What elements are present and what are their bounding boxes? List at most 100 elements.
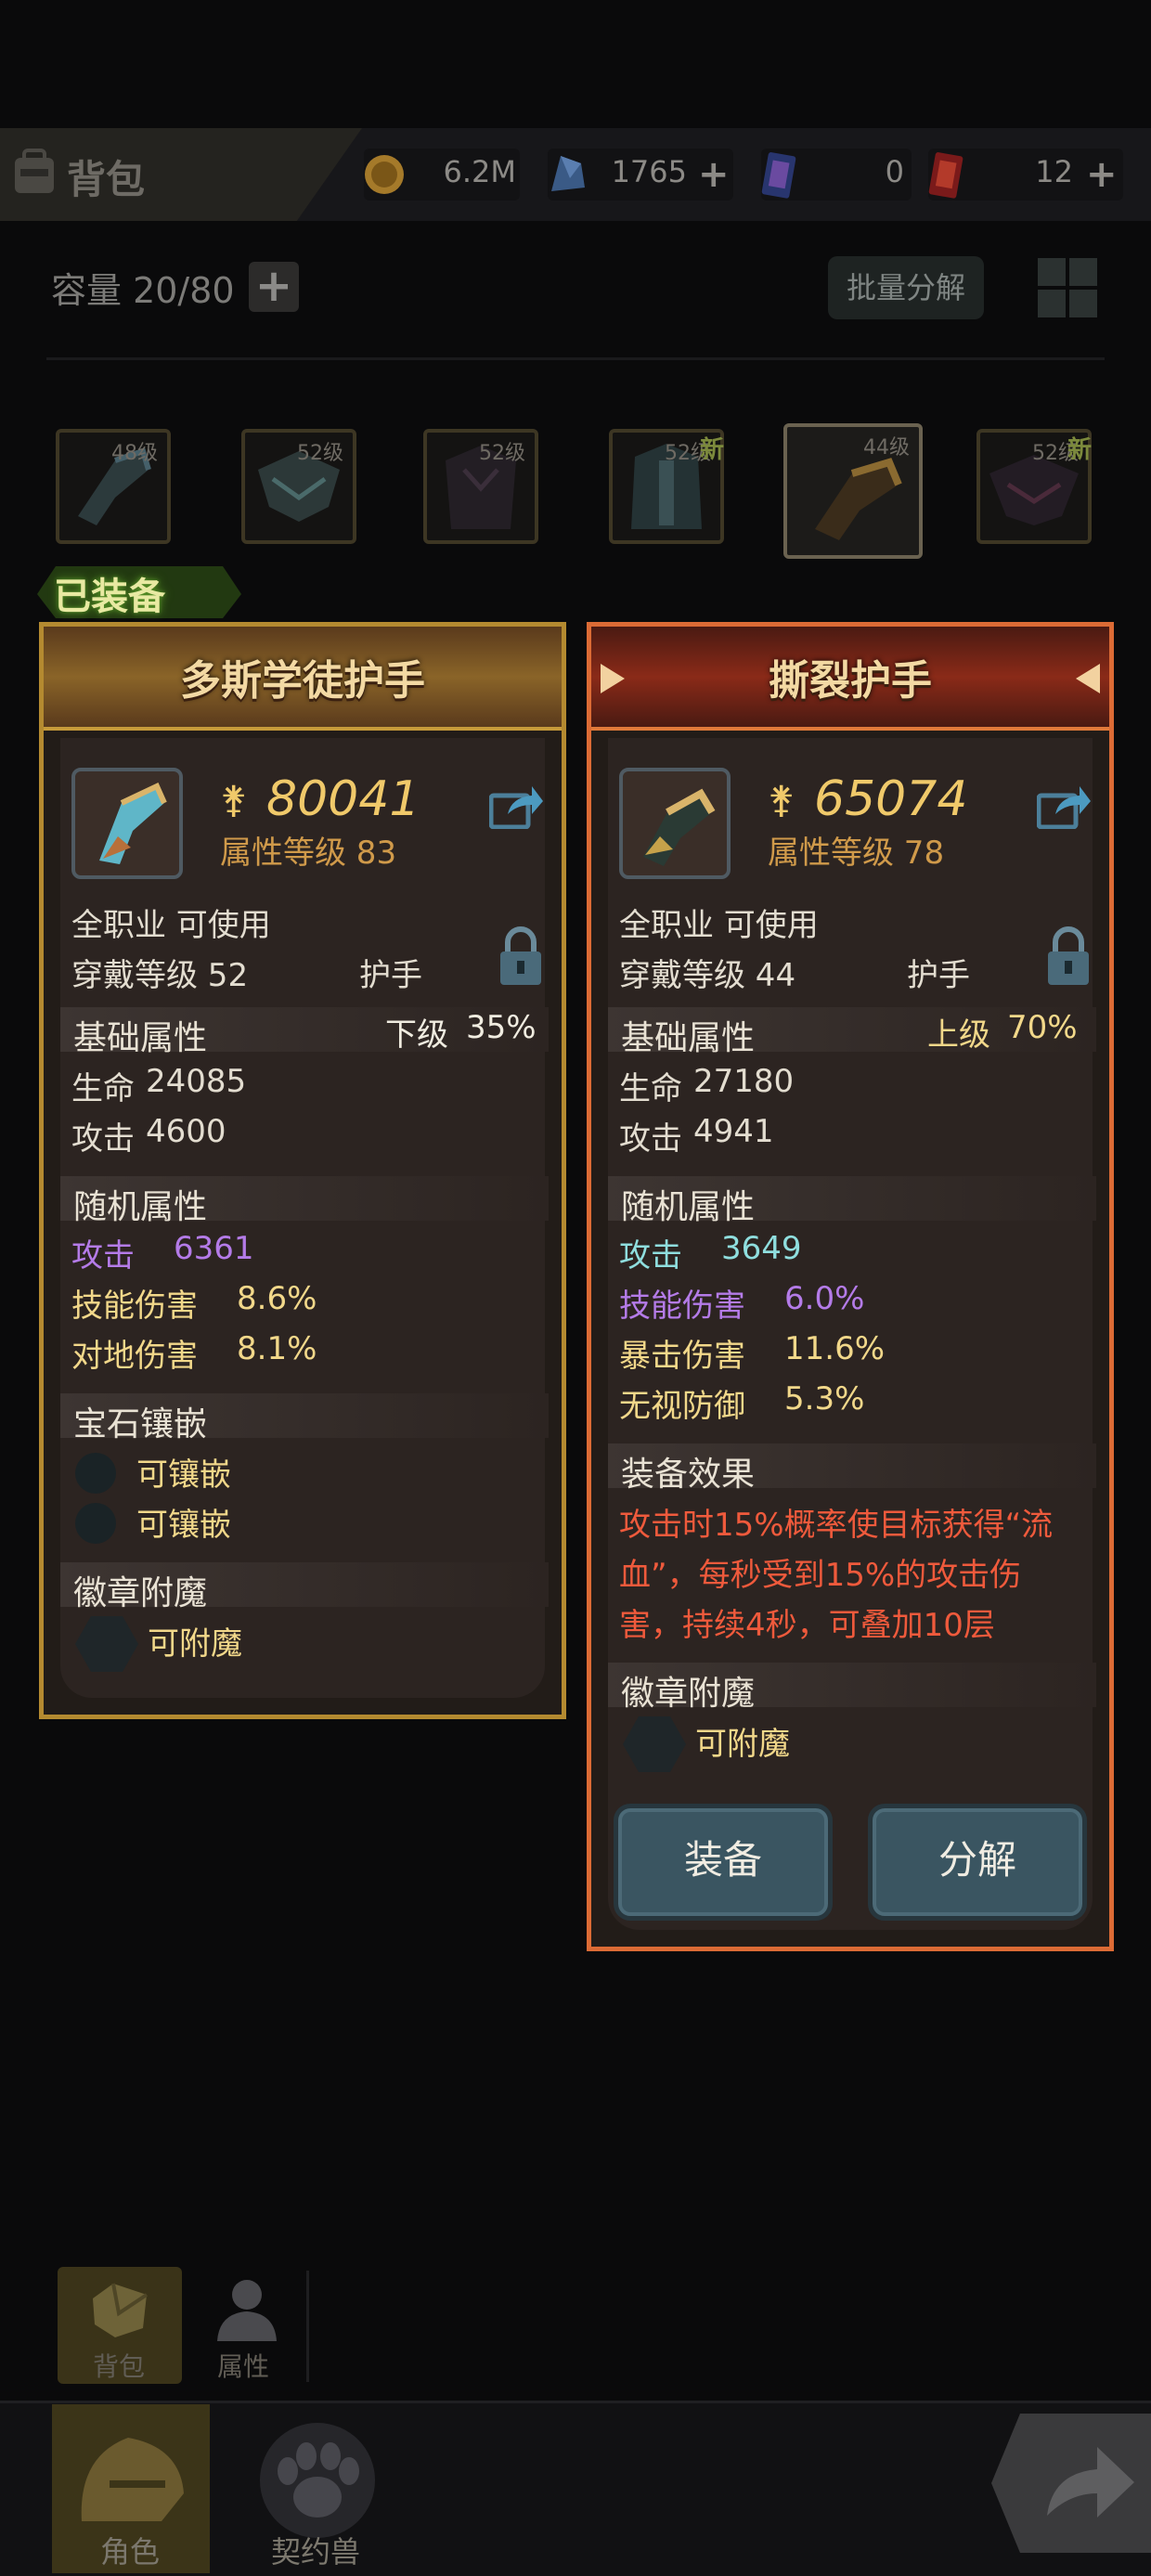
nav-tab-character[interactable]: 角色 [52, 2404, 210, 2573]
inventory-slot[interactable]: 52级 新 [976, 429, 1092, 544]
red-ticket-add-button[interactable]: + [1086, 156, 1118, 193]
lock-icon[interactable] [498, 926, 543, 987]
grid-view-button[interactable] [1036, 256, 1099, 319]
card-header: 多斯学徒护手 [44, 627, 562, 731]
red-ticket-value: 12 [1035, 154, 1073, 189]
stat-name: 生命 [71, 1070, 135, 1107]
stat-name: 攻击 [71, 1120, 135, 1158]
decompose-button[interactable]: 分解 [868, 1804, 1087, 1921]
paw-icon [260, 2423, 375, 2538]
random-stat-name: 对地伤害 [71, 1338, 198, 1375]
power-value: 65074 [814, 771, 968, 827]
random-stat-name: 攻击 [71, 1237, 135, 1275]
gauntlet-item-icon [99, 782, 167, 864]
inventory-slot[interactable]: 52级 [241, 429, 356, 544]
equipped-label: 已装备 [54, 576, 165, 618]
empty-socket-icon[interactable] [75, 1503, 116, 1544]
subtab-attributes[interactable]: 属性 [195, 2267, 299, 2384]
empty-socket-icon[interactable] [75, 1453, 116, 1494]
effect-text-line: 害，持续4秒，可叠加10层 [619, 1607, 995, 1644]
blue-ticket-value: 0 [885, 154, 904, 189]
effect-text-line: 攻击时15%概率使目标获得“流 [619, 1507, 1054, 1544]
random-stat-value: 5.3% [784, 1380, 865, 1417]
grid-icon [1038, 258, 1066, 286]
forward-arrow-icon [1047, 2447, 1134, 2518]
badge-slot-label: 可附魔 [695, 1726, 790, 1763]
item-name: 撕裂护手 [769, 657, 932, 705]
inventory-slot[interactable]: 52级 新 [609, 429, 724, 544]
random-stat-name: 暴击伤害 [619, 1338, 745, 1375]
gem-slot-label: 可镶嵌 [136, 1507, 231, 1544]
card-header: 撕裂护手 [591, 627, 1109, 731]
class-requirement: 全职业 可使用 [71, 907, 271, 944]
inventory-slot[interactable]: 48级 [56, 429, 171, 544]
attribute-level: 属性等级 78 [768, 835, 945, 872]
crystal-icon [551, 156, 585, 191]
equipped-item-card: 多斯学徒护手 ⚵ 80041 属性等级 83 全职业 可使用 穿戴等级 52 护… [39, 622, 566, 1719]
selected-item-card: 撕裂护手 ⚵ 65074 属性等级 78 全职业 可使用 穿戴等级 44 护手 … [587, 622, 1114, 1951]
subtab-backpack[interactable]: 背包 [58, 2267, 182, 2384]
grade-percent: 70% [1007, 1009, 1078, 1046]
random-stat-value: 8.6% [237, 1280, 317, 1317]
divider [46, 357, 1105, 360]
tab-title: 背包 [67, 157, 146, 202]
random-stat-value: 11.6% [784, 1330, 886, 1367]
wear-level: 穿戴等级 44 [619, 957, 796, 994]
backpack-icon [93, 2283, 149, 2337]
stat-name: 生命 [619, 1070, 682, 1107]
gem-socket-header: 宝石镶嵌 [60, 1393, 549, 1443]
inventory-slot[interactable]: 52级 [423, 429, 538, 544]
gold-coin-icon [365, 155, 404, 194]
grade-label: 上级 [927, 1016, 990, 1054]
next-page-button[interactable] [991, 2414, 1151, 2553]
blue-ticket-icon [761, 152, 796, 199]
share-icon[interactable] [1037, 783, 1091, 829]
random-attributes-header: 随机属性 [608, 1176, 1096, 1226]
divider [306, 2271, 309, 2382]
gauntlet-item-icon [643, 788, 716, 866]
grade-label: 下级 [385, 1016, 448, 1054]
badge-enchant-header: 徽章附魔 [608, 1663, 1096, 1713]
crystal-value: 1765 [611, 154, 687, 189]
random-stat-value: 8.1% [237, 1330, 317, 1367]
backpack-icon [15, 149, 54, 193]
red-ticket-icon [928, 152, 963, 199]
wear-level: 穿戴等级 52 [71, 957, 249, 994]
inventory-capacity: 容量 20/80 [51, 270, 235, 311]
item-icon-frame [71, 768, 183, 879]
stat-value: 24085 [146, 1063, 247, 1100]
stat-value: 4600 [146, 1113, 226, 1150]
class-requirement: 全职业 可使用 [619, 907, 819, 944]
equip-effect-header: 装备效果 [608, 1443, 1096, 1494]
power-icon: ⚵ [768, 779, 795, 822]
expand-capacity-button[interactable]: + [249, 262, 299, 312]
stat-value: 27180 [693, 1063, 795, 1100]
item-name: 多斯学徒护手 [180, 657, 425, 705]
effect-text-line: 血”，每秒受到15%的攻击伤 [619, 1557, 1022, 1594]
crystal-add-button[interactable]: + [698, 156, 730, 193]
power-icon: ⚵ [220, 779, 248, 822]
badge-slot-label: 可附魔 [148, 1625, 242, 1663]
lock-icon[interactable] [1046, 926, 1091, 987]
random-stat-name: 攻击 [619, 1237, 682, 1275]
batch-decompose-button[interactable]: 批量分解 [828, 256, 984, 319]
slot-type: 护手 [907, 957, 970, 994]
random-stat-name: 无视防御 [619, 1388, 745, 1425]
random-stat-value: 3649 [721, 1230, 802, 1267]
random-stat-value: 6361 [174, 1230, 254, 1267]
share-icon[interactable] [489, 783, 543, 829]
attribute-level: 属性等级 83 [220, 835, 397, 872]
random-stat-name: 技能伤害 [619, 1288, 745, 1325]
grade-percent: 35% [466, 1009, 537, 1046]
badge-enchant-header: 徽章附魔 [60, 1562, 549, 1612]
gold-value: 6.2M [443, 154, 517, 189]
random-stat-name: 技能伤害 [71, 1288, 198, 1325]
stat-name: 攻击 [619, 1120, 682, 1158]
equip-button[interactable]: 装备 [614, 1804, 833, 1921]
helmet-icon [81, 2438, 184, 2521]
stat-value: 4941 [693, 1113, 774, 1150]
power-value: 80041 [266, 771, 420, 827]
inventory-slot-selected[interactable]: 44级 [783, 423, 923, 559]
gem-slot-label: 可镶嵌 [136, 1456, 231, 1494]
nav-tab-pet[interactable]: 契约兽 [243, 2414, 392, 2573]
